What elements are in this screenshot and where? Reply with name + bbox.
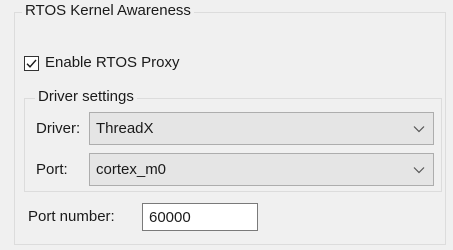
port-select-value: cortex_m0 — [96, 160, 167, 178]
driver-select-value: ThreadX — [96, 119, 154, 137]
check-icon — [26, 59, 37, 68]
enable-rtos-proxy-checkbox-box[interactable] — [24, 55, 39, 71]
driver-select[interactable]: ThreadX — [89, 112, 434, 145]
port-number-input[interactable] — [142, 203, 258, 231]
enable-rtos-proxy-checkbox[interactable]: Enable RTOS Proxy — [24, 53, 180, 73]
port-number-label: Port number: — [28, 208, 115, 225]
chevron-down-icon[interactable] — [413, 164, 425, 176]
chevron-down-icon[interactable] — [413, 123, 425, 135]
enable-rtos-proxy-label[interactable]: Enable RTOS Proxy — [45, 54, 180, 72]
port-select[interactable]: cortex_m0 — [89, 153, 434, 186]
rtos-kernel-awareness-title: RTOS Kernel Awareness — [22, 2, 194, 20]
port-label: Port: — [36, 161, 68, 178]
driver-label: Driver: — [36, 120, 81, 137]
driver-settings-title: Driver settings — [35, 88, 137, 106]
